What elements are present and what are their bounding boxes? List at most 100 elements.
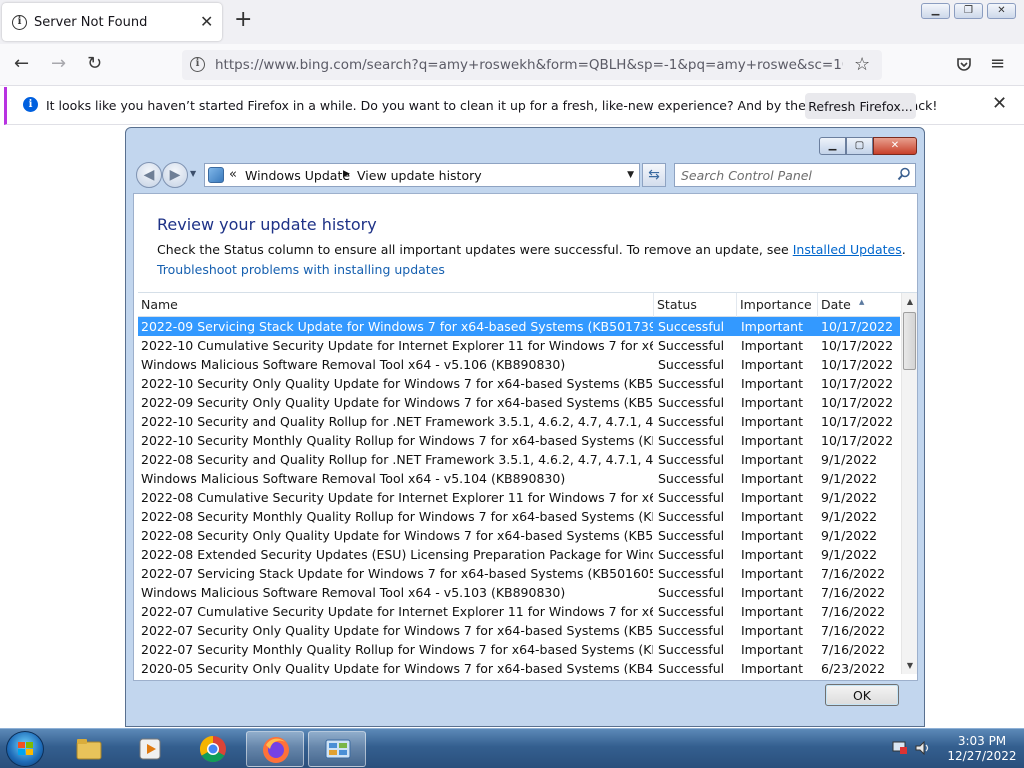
minimize-icon[interactable]: ▁ <box>819 137 846 155</box>
table-row[interactable]: 2022-08 Extended Security Updates (ESU) … <box>138 545 900 564</box>
bookmark-star-icon[interactable]: ☆ <box>854 54 870 75</box>
forward-arrow-icon[interactable]: → <box>51 54 66 74</box>
pocket-icon[interactable] <box>955 56 973 74</box>
cell-name: 2022-07 Security Monthly Quality Rollup … <box>141 642 653 657</box>
chevron-down-icon[interactable]: ▼ <box>627 170 634 180</box>
table-row[interactable]: 2022-10 Security Only Quality Update for… <box>138 374 900 393</box>
clock[interactable]: 3:03 PM 12/27/2022 <box>944 734 1020 764</box>
table-row[interactable]: 2022-07 Security Only Quality Update for… <box>138 621 900 640</box>
close-notification-icon[interactable]: ✕ <box>992 93 1007 114</box>
ok-button[interactable]: OK <box>825 684 899 706</box>
search-icon[interactable] <box>897 167 911 181</box>
cell-name: 2022-08 Security Only Quality Update for… <box>141 528 653 543</box>
troubleshoot-link[interactable]: Troubleshoot problems with installing up… <box>157 262 445 277</box>
window-title-bar[interactable]: ▁ ▢ ✕ <box>126 128 924 162</box>
table-row[interactable]: 2022-08 Security Only Quality Update for… <box>138 526 900 545</box>
cell-status: Successful <box>658 376 725 391</box>
firefox-taskbar-button[interactable] <box>246 731 304 767</box>
search-input[interactable] <box>681 167 886 183</box>
table-row[interactable]: Windows Malicious Software Removal Tool … <box>138 469 900 488</box>
column-header-importance[interactable]: Importance <box>737 293 818 317</box>
explorer-taskbar-button[interactable] <box>60 731 118 767</box>
network-warning-icon[interactable] <box>892 741 908 755</box>
close-icon[interactable]: ✕ <box>873 137 917 155</box>
cell-date: 10/17/2022 <box>821 414 894 429</box>
refresh-firefox-button[interactable]: Refresh Firefox... <box>805 93 916 119</box>
page-title: Review your update history <box>157 215 377 234</box>
cell-name: 2022-10 Security Monthly Quality Rollup … <box>141 433 653 448</box>
chrome-icon <box>199 735 226 763</box>
table-row[interactable]: Windows Malicious Software Removal Tool … <box>138 355 900 374</box>
cell-status: Successful <box>658 509 725 524</box>
restore-icon[interactable]: ❐ <box>954 3 983 19</box>
vertical-scrollbar[interactable]: ▲ ▼ <box>901 293 917 674</box>
table-row[interactable]: 2020-05 Security Only Quality Update for… <box>138 659 900 674</box>
menu-icon[interactable]: ≡ <box>990 54 1005 74</box>
clock-date: 12/27/2022 <box>947 749 1017 763</box>
breadcrumb-separator-icon[interactable]: ▶ <box>343 169 350 179</box>
table-row[interactable]: Windows Malicious Software Removal Tool … <box>138 583 900 602</box>
cell-date: 9/1/2022 <box>821 471 878 486</box>
address-bar[interactable]: « Windows Update ▶ View update history ▼ <box>204 163 640 187</box>
cell-importance: Important <box>741 661 803 674</box>
cell-name: 2022-07 Cumulative Security Update for I… <box>141 604 653 619</box>
minimize-icon[interactable]: ▁ <box>921 3 950 19</box>
media-player-taskbar-button[interactable] <box>122 731 180 767</box>
table-row[interactable]: 2022-10 Cumulative Security Update for I… <box>138 336 900 355</box>
table-row[interactable]: 2022-08 Security and Quality Rollup for … <box>138 450 900 469</box>
maximize-icon[interactable]: ▢ <box>846 137 873 155</box>
url-text[interactable]: https://www.bing.com/search?q=amy+roswek… <box>215 57 843 73</box>
new-tab-icon[interactable]: + <box>234 9 252 31</box>
speaker-icon[interactable] <box>915 741 931 755</box>
cell-date: 9/1/2022 <box>821 452 878 467</box>
table-row[interactable]: 2022-08 Security Monthly Quality Rollup … <box>138 507 900 526</box>
cell-importance: Important <box>741 452 803 467</box>
browser-tab[interactable]: i Server Not Found ✕ <box>2 3 222 41</box>
back-arrow-icon[interactable]: ◀ <box>136 162 162 188</box>
cell-date: 10/17/2022 <box>821 433 894 448</box>
cell-date: 9/1/2022 <box>821 528 878 543</box>
site-info-icon[interactable]: i <box>190 57 205 72</box>
chevron-left-icon[interactable]: « <box>229 167 237 182</box>
info-icon: i <box>12 15 27 30</box>
refresh-icon[interactable]: ⇆ <box>642 163 666 187</box>
chrome-taskbar-button[interactable] <box>184 731 242 767</box>
scroll-up-icon[interactable]: ▲ <box>904 295 916 309</box>
installed-updates-link[interactable]: Installed Updates <box>793 242 902 257</box>
close-tab-icon[interactable]: ✕ <box>200 12 213 31</box>
table-row[interactable]: 2022-07 Cumulative Security Update for I… <box>138 602 900 621</box>
table-row[interactable]: 2022-10 Security and Quality Rollup for … <box>138 412 900 431</box>
scroll-thumb[interactable] <box>903 312 916 370</box>
back-arrow-icon[interactable]: ← <box>14 54 29 74</box>
breadcrumb-view-update-history[interactable]: View update history <box>357 168 482 183</box>
cell-importance: Important <box>741 604 803 619</box>
control-panel-taskbar-button[interactable] <box>308 731 366 767</box>
cell-date: 9/1/2022 <box>821 547 878 562</box>
url-bar[interactable]: i https://www.bing.com/search?q=amy+rosw… <box>182 50 882 80</box>
browser-window-controls: ▁ ❐ ✕ <box>921 3 1016 19</box>
column-header-name[interactable]: Name <box>138 293 654 317</box>
list-rows: 2022-09 Servicing Stack Update for Windo… <box>138 317 900 674</box>
cell-date: 7/16/2022 <box>821 623 886 638</box>
column-header-status[interactable]: Status <box>654 293 737 317</box>
table-row[interactable]: 2022-08 Cumulative Security Update for I… <box>138 488 900 507</box>
column-header-date-installed[interactable]: Date Installed▲ <box>818 293 900 336</box>
table-row[interactable]: 2022-09 Security Only Quality Update for… <box>138 393 900 412</box>
reload-icon[interactable]: ↻ <box>87 54 102 74</box>
notification-bar: i It looks like you haven’t started Fire… <box>4 87 1024 125</box>
table-row[interactable]: 2022-07 Servicing Stack Update for Windo… <box>138 564 900 583</box>
start-button[interactable] <box>6 731 44 767</box>
cell-date: 7/16/2022 <box>821 585 886 600</box>
table-row[interactable]: 2022-10 Security Monthly Quality Rollup … <box>138 431 900 450</box>
close-window-icon[interactable]: ✕ <box>987 3 1016 19</box>
table-row[interactable]: 2022-07 Security Monthly Quality Rollup … <box>138 640 900 659</box>
breadcrumb-windows-update[interactable]: Windows Update <box>245 168 350 183</box>
cell-status: Successful <box>658 338 725 353</box>
forward-arrow-icon[interactable]: ▶ <box>162 162 188 188</box>
table-row[interactable]: 2022-09 Servicing Stack Update for Windo… <box>138 317 900 336</box>
notification-text: It looks like you haven’t started Firefo… <box>46 98 938 113</box>
scroll-down-icon[interactable]: ▼ <box>904 659 916 673</box>
search-box[interactable] <box>674 163 916 187</box>
cell-name: Windows Malicious Software Removal Tool … <box>141 471 566 486</box>
recent-pages-icon[interactable]: ▼ <box>190 169 196 178</box>
